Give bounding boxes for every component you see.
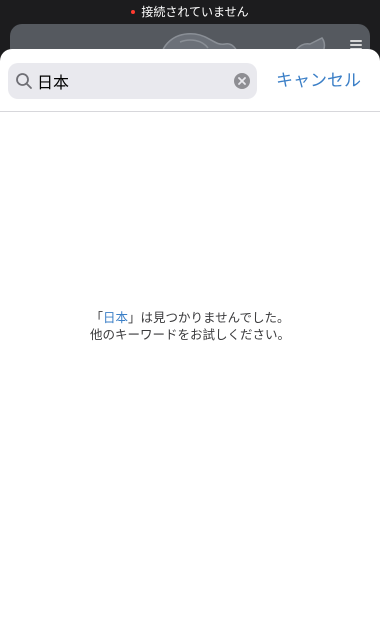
divider: [0, 111, 380, 112]
open-quote: 「: [90, 310, 103, 325]
screen: 接続されていません キャ: [0, 0, 380, 630]
search-field[interactable]: [8, 63, 257, 99]
no-results-line-1: 「日本」は見つかりませんでした。: [0, 309, 380, 326]
cancel-button[interactable]: キャンセル: [276, 63, 366, 99]
connection-status-text: 接続されていません: [141, 4, 249, 19]
not-found-text: 」は見つかりませんでした。: [128, 310, 290, 325]
connection-status-bar: 接続されていません: [0, 0, 380, 22]
no-results-line-2: 他のキーワードをお試しください。: [89, 327, 290, 342]
search-input[interactable]: [37, 63, 227, 99]
clear-icon[interactable]: [234, 73, 250, 89]
no-results-message: 「日本」は見つかりませんでした。 他のキーワードをお試しください。: [0, 309, 380, 343]
searched-query: 日本: [102, 310, 128, 325]
search-bar: キャンセル: [0, 49, 380, 111]
search-icon: [16, 73, 32, 89]
status-dot-icon: [131, 9, 136, 14]
